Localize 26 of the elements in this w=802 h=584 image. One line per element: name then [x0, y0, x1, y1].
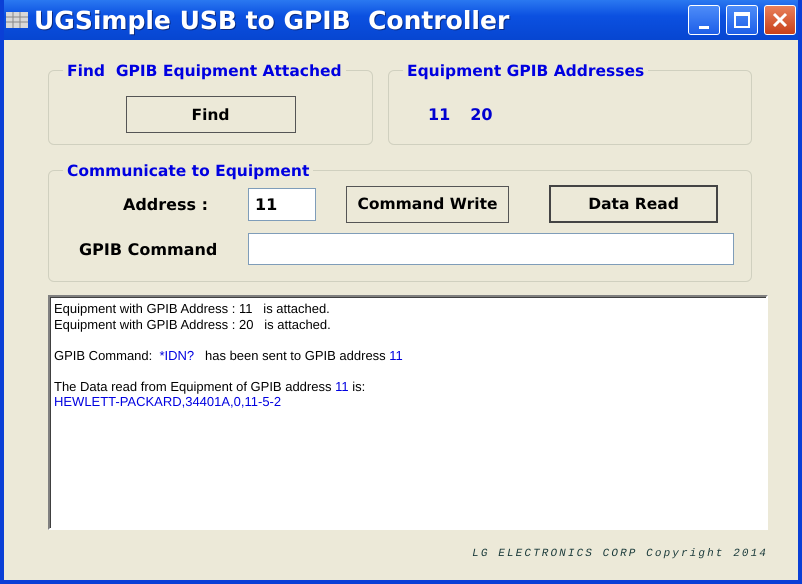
window-title: UGSimple USB to GPIB Controller [34, 6, 510, 34]
group-title: Find GPIB Equipment Attached [63, 62, 346, 80]
address-value: 20 [470, 105, 493, 126]
data-read-button[interactable]: Data Read [549, 185, 718, 223]
address-value: 11 [428, 105, 450, 126]
log-line: Equipment with GPIB Address : 20 is attached. [54, 316, 332, 332]
maximize-button[interactable] [726, 5, 758, 35]
close-button[interactable] [764, 5, 796, 35]
field-label: Address : [122, 194, 209, 214]
copyright-text: LG ELECTRONICS CORP Copyright 2014 [472, 548, 768, 560]
field-label: GPIB Command [78, 240, 218, 258]
log-line: HEWLETT-PACKARD,34401A,0,11-5-2 [54, 394, 282, 410]
command-write-button[interactable]: Command Write [346, 186, 509, 222]
close-icon [771, 11, 789, 29]
maximize-icon [733, 11, 751, 29]
minimize-button[interactable] [688, 5, 720, 35]
group-title: Equipment GPIB Addresses [403, 62, 648, 80]
address-field[interactable]: 11 [248, 188, 316, 220]
group-title: Communicate to Equipment [63, 162, 314, 180]
app-icon [6, 12, 28, 28]
minimize-icon [699, 26, 709, 28]
log-line: The Data read from Equipment of GPIB address 11 is: [54, 378, 366, 394]
log-line: GPIB Command: *IDN? has been sent to GPIB address 11 [54, 348, 404, 363]
find-button[interactable]: Find [126, 96, 296, 133]
command-field[interactable] [248, 233, 734, 265]
log-line: Equipment with GPIB Address : 11 is attached. [54, 301, 331, 316]
